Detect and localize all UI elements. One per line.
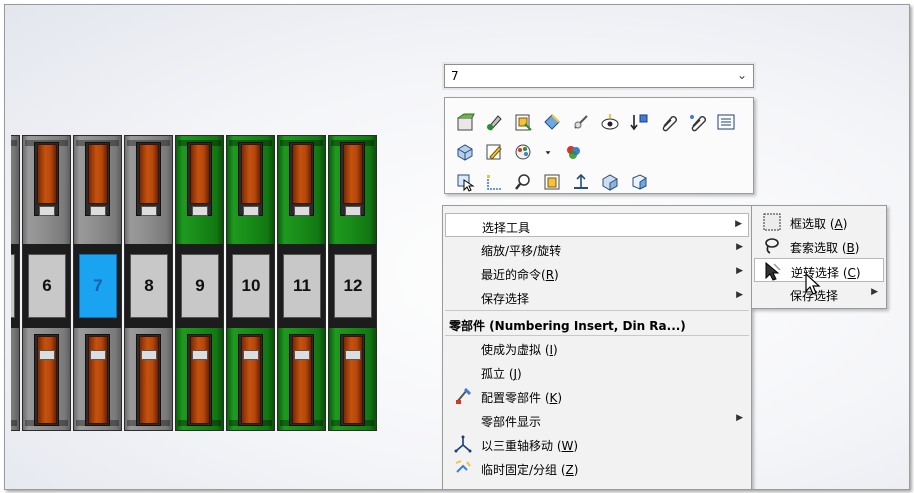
menu-item-label: 孤立 (J) — [481, 367, 522, 381]
menu-item-label: 保存选择 — [481, 292, 530, 306]
menu-item-label: 临时固定/分组 (Z) — [481, 463, 579, 477]
submenu-arrow-icon: ▶ — [736, 242, 743, 252]
terminal-module[interactable]: 12 — [328, 135, 377, 431]
triad-move-icon — [453, 434, 473, 454]
menu-item[interactable]: 零部件显示 ▶ — [445, 408, 749, 432]
list-icon[interactable] — [714, 110, 738, 134]
terminal-module[interactable]: 6 — [22, 135, 71, 431]
configure-component-icon — [453, 386, 473, 406]
terminal-module[interactable]: 9 — [175, 135, 224, 431]
edit-sketch-icon[interactable] — [482, 140, 506, 164]
menu-item[interactable]: 配置零部件 (K) — [445, 384, 749, 408]
menu-item-label: 框选取 (A) — [790, 217, 848, 231]
appearance-icon[interactable] — [540, 110, 564, 134]
terminal-marker-label: 11 — [283, 254, 321, 318]
graphics-area[interactable]: 6 7 8 9 10 11 12 7 ⌄ 选择工具 ▶ 缩放/平移/旋转 ▶ 最近的命令(R) ▶ 保存… — [4, 4, 910, 490]
menu-item-label: 配置零部件 (K) — [481, 391, 563, 405]
normal-to-icon[interactable] — [569, 170, 593, 194]
mouse-cursor-icon — [805, 273, 821, 295]
box-select-icon — [762, 212, 782, 232]
terminal-marker-label — [11, 254, 15, 318]
menu-item-label: 套索选取 (B) — [790, 241, 860, 255]
select-other-icon[interactable] — [453, 170, 477, 194]
open-drawing-icon[interactable] — [511, 110, 535, 134]
terminal-module[interactable]: 7 — [73, 135, 122, 431]
lasso-select-icon — [762, 236, 782, 256]
menu-item-label: 逆转选择 (C) — [791, 266, 861, 280]
menu-item[interactable]: 临时固定/分组 (Z) — [445, 456, 749, 480]
menu-item[interactable]: 以三重轴移动 (W) — [445, 432, 749, 456]
submenu-arrow-icon: ▶ — [735, 219, 742, 229]
view-icon[interactable] — [598, 110, 622, 134]
menu-item-label: 以三重轴移动 (W) — [481, 439, 579, 453]
context-menu: 选择工具 ▶ 缩放/平移/旋转 ▶ 最近的命令(R) ▶ 保存选择 ▶ 零部件 (Numberi… — [442, 205, 752, 489]
component-properties-icon[interactable] — [453, 140, 477, 164]
dropdown-arrow-icon[interactable] — [540, 140, 556, 164]
edit-feature-icon[interactable] — [482, 110, 506, 134]
chevron-down-icon[interactable]: ⌄ — [737, 68, 747, 82]
attachment-icon[interactable] — [656, 110, 680, 134]
terminal-marker-label: 12 — [334, 254, 372, 318]
menu-item[interactable]: 套索选取 (B) — [754, 234, 884, 258]
context-toolbar — [444, 97, 754, 194]
menu-separator — [445, 310, 749, 311]
isometric-view-icon[interactable] — [598, 170, 622, 194]
terminal-module[interactable]: 10 — [226, 135, 275, 431]
submenu-arrow-icon: ▶ — [736, 290, 743, 300]
submenu-arrow-icon: ▶ — [736, 413, 743, 423]
menu-item-label: 最近的命令(R) — [481, 268, 559, 282]
open-part-icon[interactable] — [453, 110, 477, 134]
appearance-multi-icon[interactable] — [561, 140, 585, 164]
submenu-arrow-icon: ▶ — [871, 287, 878, 297]
menu-item[interactable]: 孤立 (J) — [445, 360, 749, 384]
menu-item-label: 使成为虚拟 (I) — [481, 343, 558, 357]
menu-item[interactable]: 保存选择 ▶ — [445, 285, 749, 309]
insert-icon[interactable] — [627, 110, 651, 134]
comment-icon[interactable] — [685, 110, 709, 134]
terminal-module[interactable]: 11 — [277, 135, 326, 431]
terminal-block-assembly[interactable]: 6 7 8 9 10 11 12 — [11, 135, 385, 431]
terminal-marker-label: 8 — [130, 254, 168, 318]
zoom-selection-icon[interactable] — [511, 170, 535, 194]
menu-section-header: 零部件 (Numbering Insert, Din Ra...) — [445, 312, 749, 336]
temp-fix-icon — [453, 458, 473, 478]
menu-item-label: 选择工具 — [482, 221, 531, 235]
selection-dropdown-value: 7 — [451, 69, 459, 83]
sketch-plane-icon[interactable] — [482, 170, 506, 194]
selection-dropdown[interactable]: 7 ⌄ — [444, 64, 754, 88]
terminal-marker-label: 7 — [79, 254, 117, 318]
view-orientation-icon[interactable] — [540, 170, 564, 194]
hide-show-icon[interactable] — [569, 110, 593, 134]
menu-item[interactable]: 选择工具 ▶ — [445, 213, 749, 237]
menu-item[interactable]: 最近的命令(R) ▶ — [445, 261, 749, 285]
menu-item[interactable]: 使成为虚拟 (I) — [445, 336, 749, 360]
section-view-icon[interactable] — [627, 170, 651, 194]
menu-item[interactable]: 框选取 (A) — [754, 210, 884, 234]
menu-item-label: 零部件显示 — [481, 415, 542, 429]
terminal-marker-label: 9 — [181, 254, 219, 318]
menu-item-label: 零部件 (Numbering Insert, Din Ra...) — [449, 319, 686, 333]
submenu-arrow-icon: ▶ — [736, 266, 743, 276]
invert-selection-icon — [763, 261, 783, 281]
terminal-module[interactable]: 8 — [124, 135, 173, 431]
menu-item[interactable]: 缩放/平移/旋转 ▶ — [445, 237, 749, 261]
color-palette-icon[interactable] — [511, 140, 535, 164]
terminal-marker-label: 10 — [232, 254, 270, 318]
menu-item-label: 缩放/平移/旋转 — [481, 244, 562, 258]
terminal-module[interactable] — [11, 135, 20, 431]
terminal-marker-label: 6 — [28, 254, 66, 318]
